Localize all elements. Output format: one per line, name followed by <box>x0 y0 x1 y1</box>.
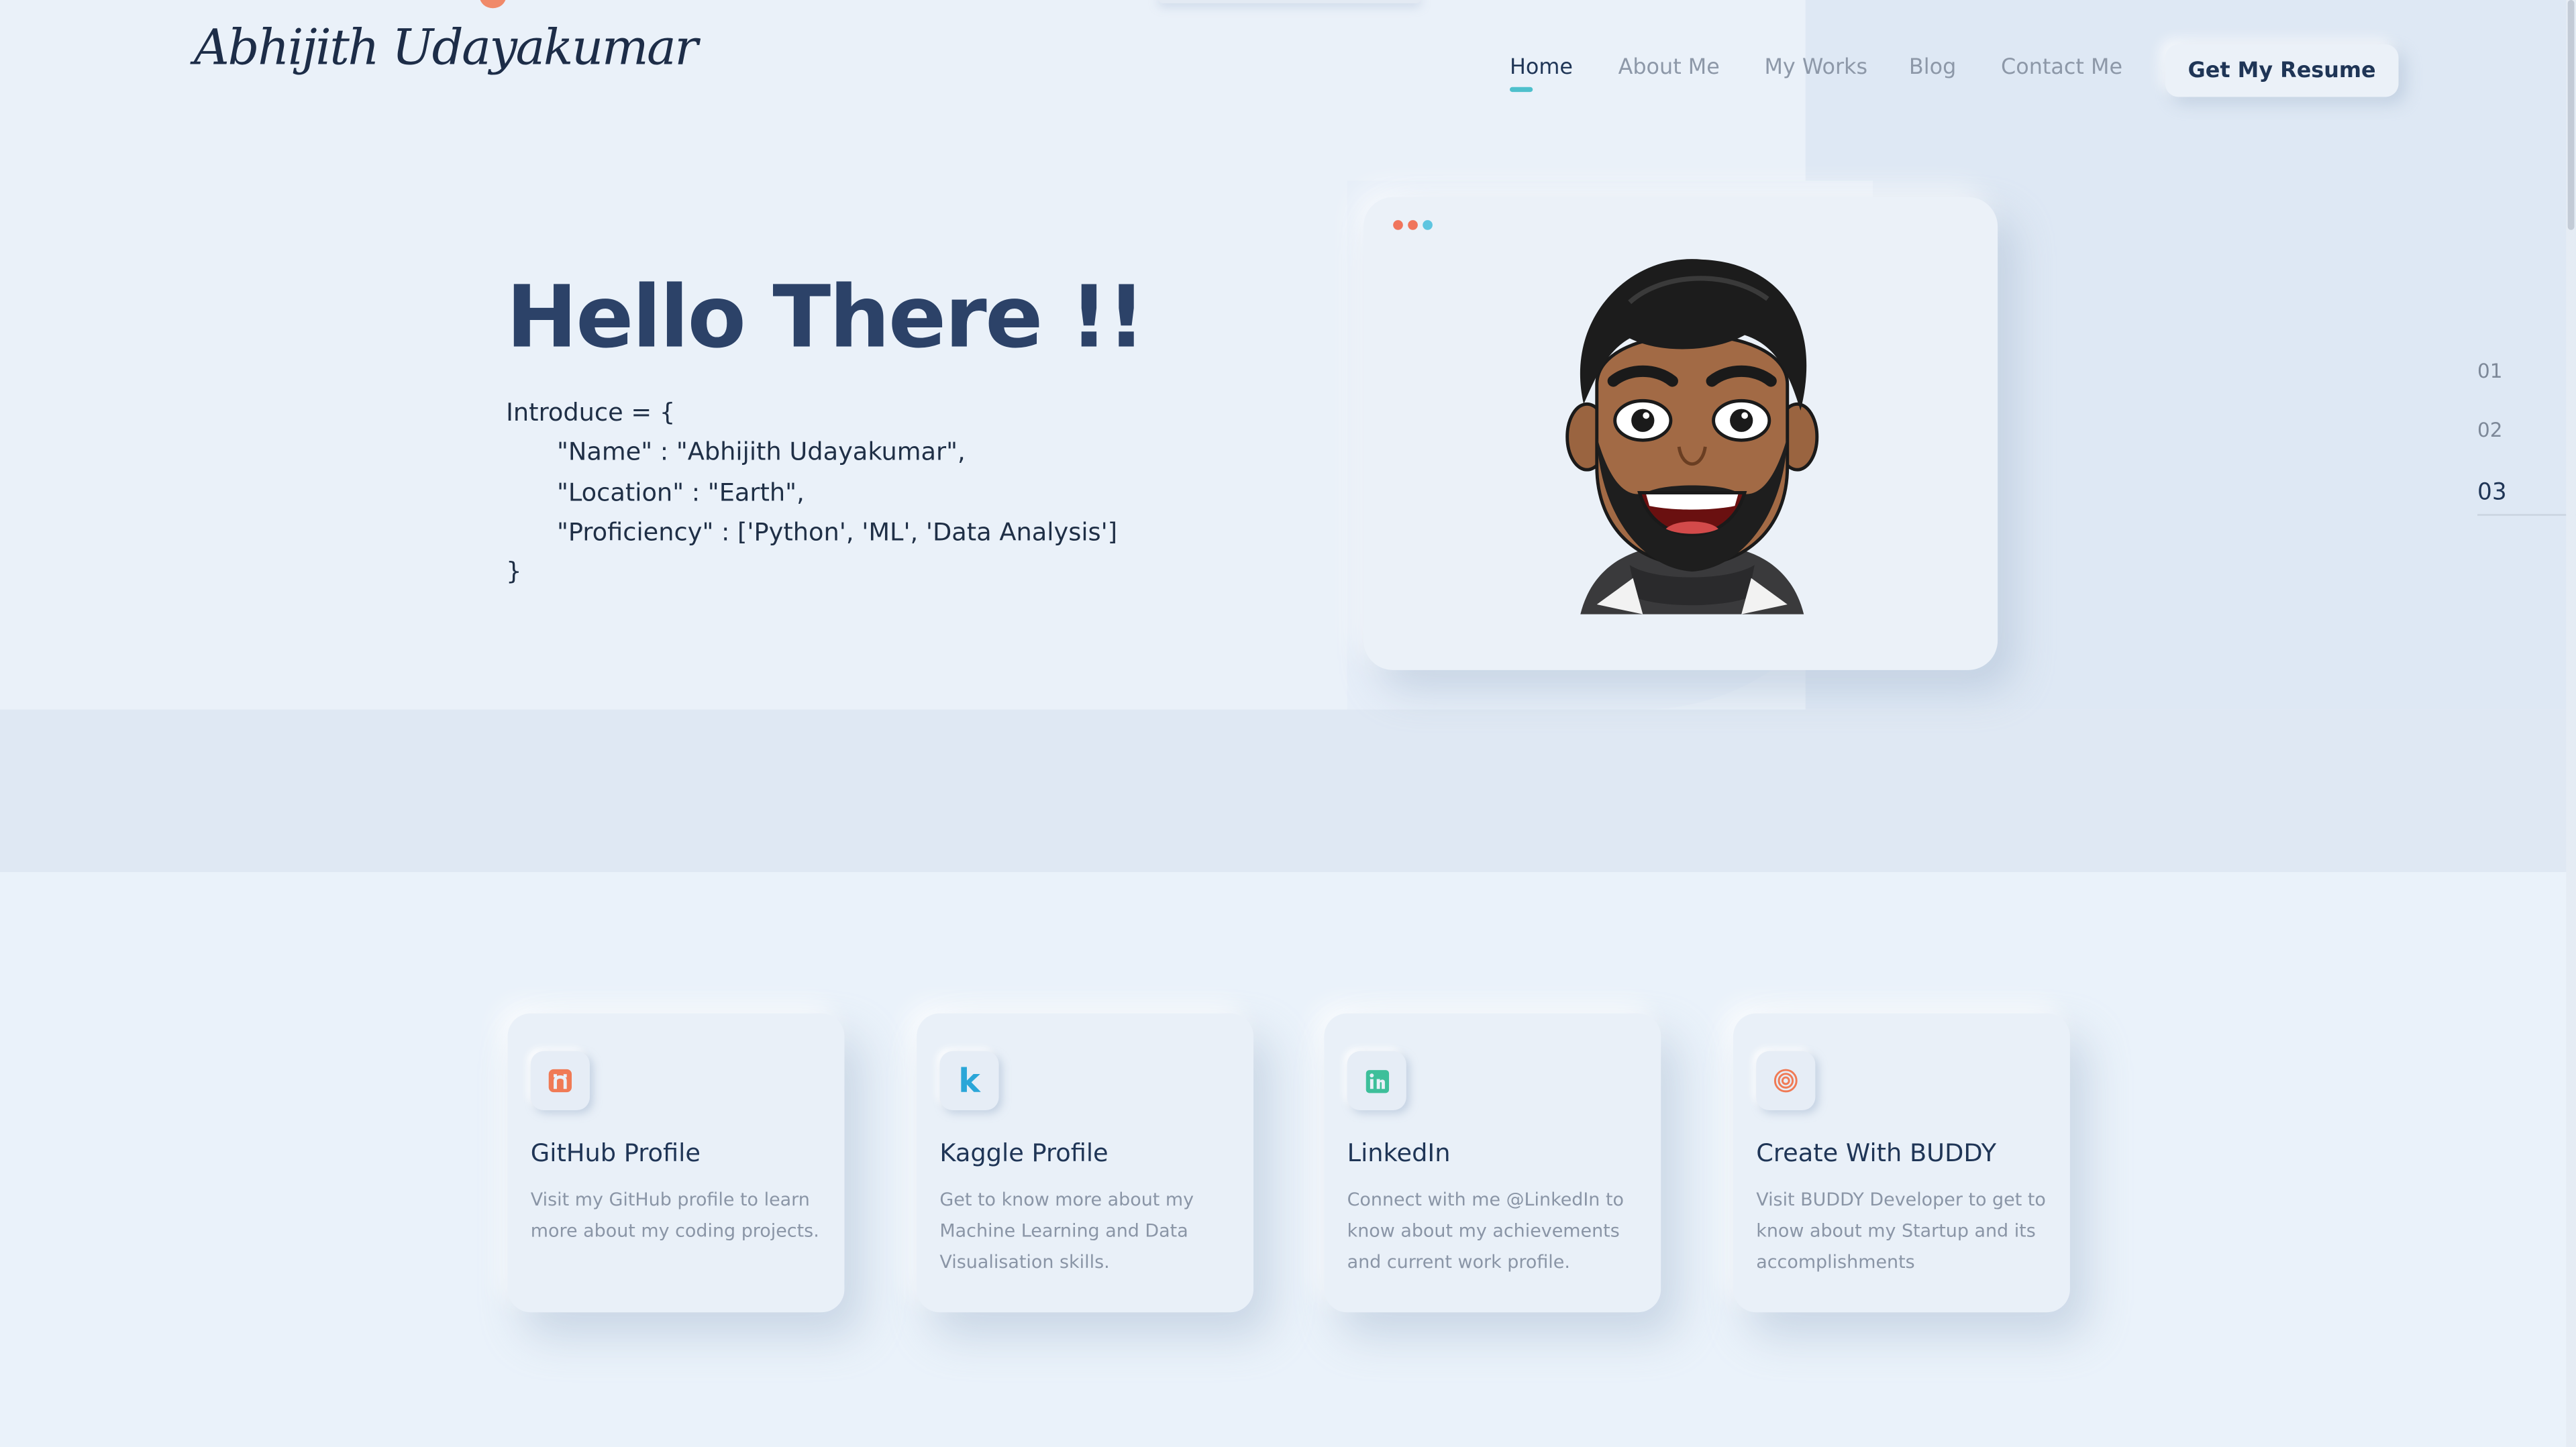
nav-my-works[interactable]: My Works <box>1764 56 1867 81</box>
card-title: GitHub Profile <box>530 1138 701 1168</box>
buddy-fingerprint-icon <box>1756 1051 1816 1111</box>
window-dot-orange <box>1408 220 1418 230</box>
nav-about-me[interactable]: About Me <box>1618 56 1720 81</box>
avatar-card <box>1363 197 1998 670</box>
card-title: Kaggle Profile <box>939 1138 1109 1168</box>
hero-title: Hello There !! <box>506 269 1146 368</box>
pager-item-01[interactable]: 01 <box>2477 360 2502 382</box>
decor-dot <box>479 0 507 9</box>
window-dot-blue <box>1423 220 1433 230</box>
pager-item-03[interactable]: 03 <box>2477 480 2507 506</box>
nav-contact-me[interactable]: Contact Me <box>2001 56 2122 81</box>
code-location-line: "Location" : "Earth", <box>556 478 805 508</box>
nav-home[interactable]: Home <box>1510 56 1573 81</box>
code-name-line: "Name" : "Abhijith Udayakumar", <box>556 437 966 467</box>
linkedin-icon <box>1347 1051 1406 1111</box>
card-description: Connect with me @LinkedIn to know about … <box>1347 1189 1624 1273</box>
avatar-bitmoji <box>1565 259 1819 614</box>
nav-active-indicator <box>1509 87 1533 93</box>
cards-section <box>0 872 2576 1447</box>
card-description: Visit my GitHub profile to learn more ab… <box>530 1189 819 1242</box>
hero-bottom-band <box>0 709 2576 873</box>
github-icon <box>530 1051 590 1111</box>
get-resume-button[interactable]: Get My Resume <box>2165 44 2399 97</box>
pager-active-line <box>2477 514 2576 516</box>
scrollbar-thumb[interactable] <box>2567 0 2575 230</box>
card-description: Visit BUDDY Developer to get to know abo… <box>1756 1189 2046 1273</box>
kaggle-icon: k <box>939 1051 999 1111</box>
card-title: LinkedIn <box>1347 1138 1451 1168</box>
window-dot-red <box>1393 220 1403 230</box>
page: Abhijith Udayakumar Home About Me My Wor… <box>0 0 2576 1447</box>
code-close: } <box>506 556 522 587</box>
card-buddy[interactable]: Create With BUDDY Visit BUDDY Developer … <box>1733 1013 2070 1313</box>
card-title: Create With BUDDY <box>1756 1138 1997 1168</box>
decor-bar <box>1158 0 1421 3</box>
nav-blog[interactable]: Blog <box>1909 56 1956 81</box>
card-linkedin[interactable]: LinkedIn Connect with me @LinkedIn to kn… <box>1324 1013 1661 1313</box>
code-open: Introduce = { <box>506 397 676 427</box>
card-kaggle[interactable]: k Kaggle Profile Get to know more about … <box>917 1013 1254 1313</box>
pager-item-02[interactable]: 02 <box>2477 419 2502 441</box>
card-github[interactable]: GitHub Profile Visit my GitHub profile t… <box>507 1013 845 1313</box>
logo-signature[interactable]: Abhijith Udayakumar <box>194 19 699 77</box>
card-description: Get to know more about my Machine Learni… <box>939 1189 1194 1273</box>
code-proficiency-line: "Proficiency" : ['Python', 'ML', 'Data A… <box>556 517 1118 547</box>
